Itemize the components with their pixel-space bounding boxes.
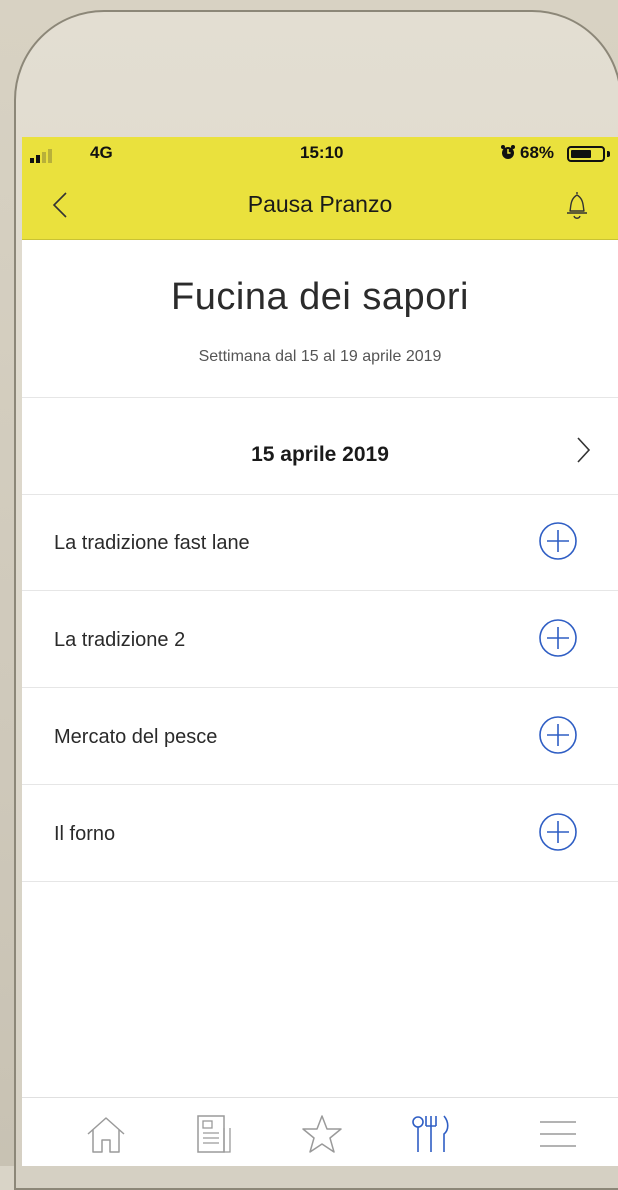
star-icon[interactable]: [300, 1112, 344, 1156]
restaurant-icon[interactable]: [408, 1112, 452, 1156]
status-time: 15:10: [300, 143, 344, 162]
tab-bar: [22, 1097, 618, 1166]
list-item[interactable]: Il forno: [22, 785, 618, 882]
date-selector: 15 aprile 2019: [22, 398, 618, 495]
battery-percentage: 68%: [520, 143, 555, 162]
battery-fill: [571, 150, 591, 158]
bell-icon[interactable]: [562, 189, 592, 221]
week-range: Settimana dal 15 al 19 aprile 2019: [198, 348, 442, 365]
add-circle-icon[interactable]: [538, 618, 578, 658]
status-bar: 4G 15:10 68%: [22, 137, 618, 171]
battery-nub: [607, 151, 610, 157]
restaurant-name: Fucina dei sapori: [171, 276, 469, 318]
news-icon[interactable]: [192, 1112, 236, 1156]
menu-icon[interactable]: [536, 1112, 580, 1156]
add-circle-icon[interactable]: [538, 715, 578, 755]
network-type: 4G: [90, 143, 113, 162]
phone-screen: 4G 15:10 68% Pausa Pranzo Fucina dei sap…: [22, 137, 618, 1166]
home-icon[interactable]: [84, 1112, 128, 1156]
list-item[interactable]: La tradizione fast lane: [22, 494, 618, 591]
menu-item-label: Il forno: [54, 823, 116, 845]
menu-list: La tradizione fast lane La tradizione 2 …: [22, 494, 618, 882]
chevron-right-icon[interactable]: [572, 434, 594, 466]
add-circle-icon[interactable]: [538, 521, 578, 561]
battery-icon: [567, 146, 605, 162]
menu-item-label: Mercato del pesce: [54, 726, 218, 748]
list-item[interactable]: Mercato del pesce: [22, 688, 618, 785]
signal-strength-icon: [30, 149, 52, 163]
restaurant-header: Fucina dei sapori Settimana dal 15 al 19…: [22, 240, 618, 398]
navigation-bar: Pausa Pranzo: [22, 171, 618, 240]
menu-item-label: La tradizione fast lane: [54, 532, 250, 554]
menu-item-label: La tradizione 2: [54, 629, 186, 651]
list-item[interactable]: La tradizione 2: [22, 591, 618, 688]
page-title: Pausa Pranzo: [247, 191, 393, 217]
alarm-clock-icon: [501, 145, 515, 159]
selected-date: 15 aprile 2019: [251, 443, 389, 466]
add-circle-icon[interactable]: [538, 812, 578, 852]
